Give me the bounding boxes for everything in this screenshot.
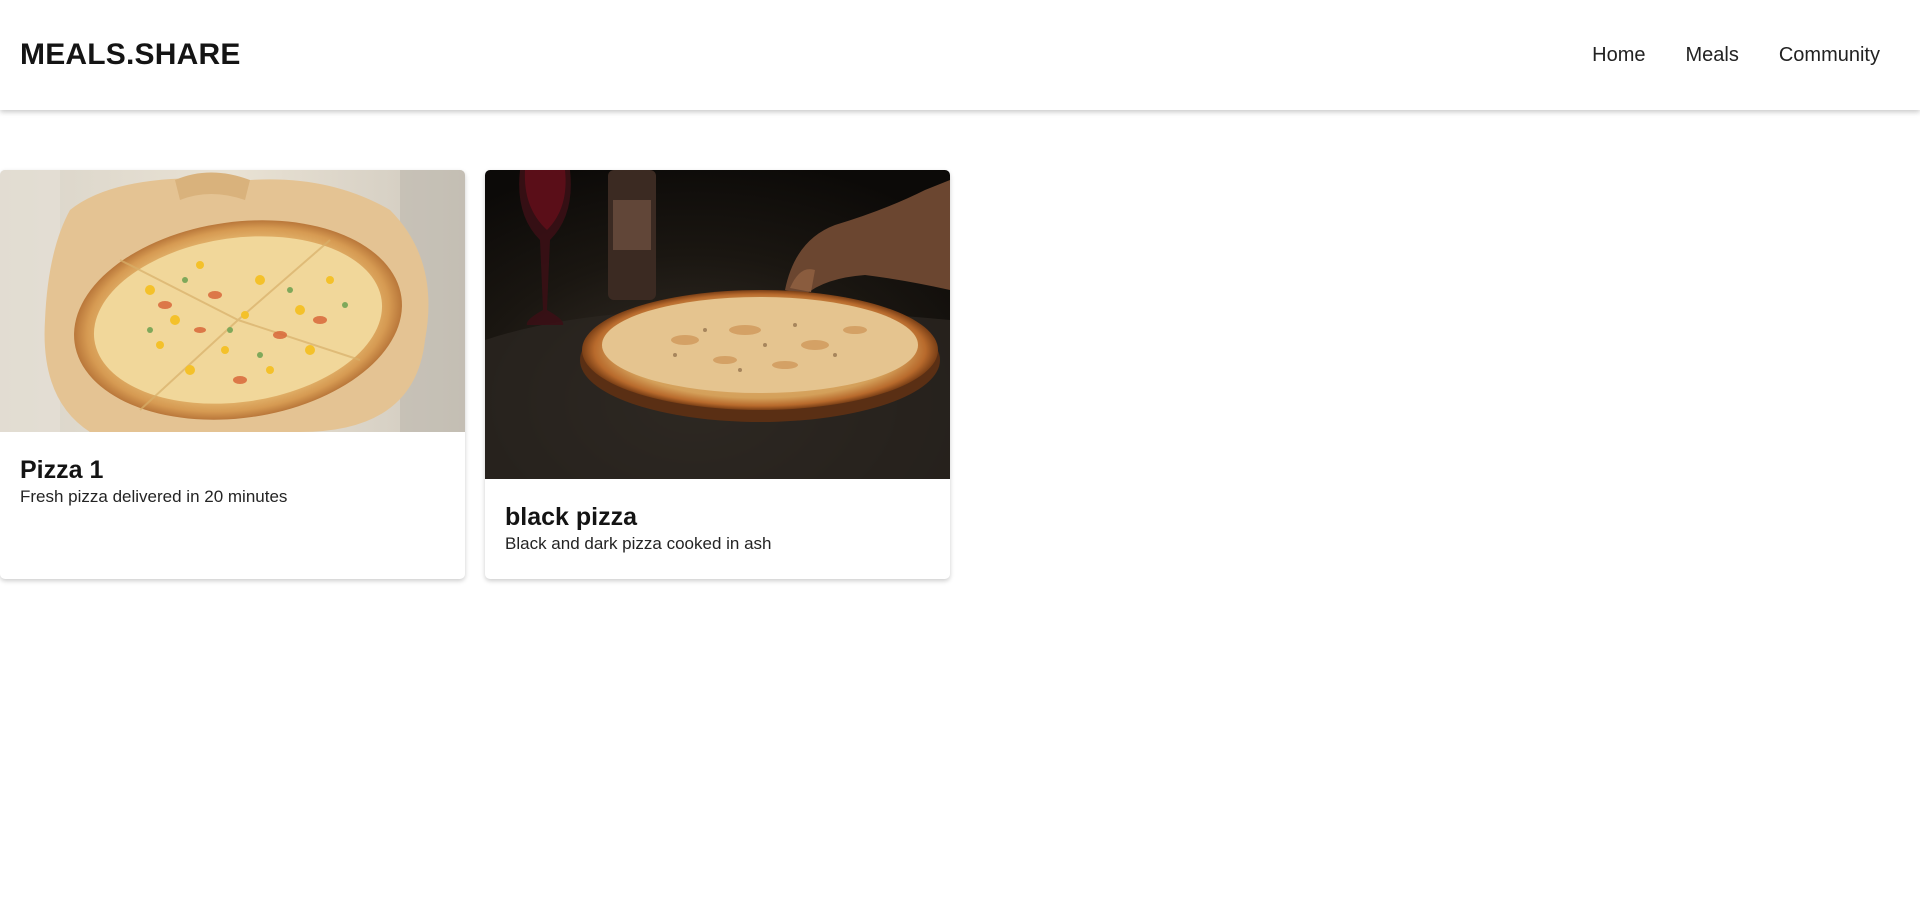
top-navbar: MEALS.SHARE Home Meals Community — [0, 0, 1920, 110]
meal-description: Black and dark pizza cooked in ash — [505, 534, 772, 553]
meal-card-list: Pizza 1 Fresh pizza delivered in 20 minu… — [0, 170, 950, 579]
nav-link-home[interactable]: Home — [1592, 41, 1645, 69]
meal-title: Pizza 1 — [20, 456, 104, 484]
main-nav: Home Meals Community — [1592, 41, 1880, 69]
site-logo[interactable]: MEALS.SHARE — [20, 37, 241, 73]
meal-card[interactable]: black pizza Black and dark pizza cooked … — [485, 170, 950, 579]
nav-link-meals[interactable]: Meals — [1686, 41, 1739, 69]
meal-title: black pizza — [505, 503, 637, 531]
meal-image — [0, 170, 465, 432]
meal-card-body: Pizza 1 Fresh pizza delivered in 20 minu… — [0, 432, 465, 508]
nav-link-community[interactable]: Community — [1779, 41, 1880, 69]
meal-image — [485, 170, 950, 479]
meal-card-body: black pizza Black and dark pizza cooked … — [485, 479, 950, 555]
meal-description: Fresh pizza delivered in 20 minutes — [20, 487, 288, 506]
meal-card[interactable]: Pizza 1 Fresh pizza delivered in 20 minu… — [0, 170, 465, 579]
